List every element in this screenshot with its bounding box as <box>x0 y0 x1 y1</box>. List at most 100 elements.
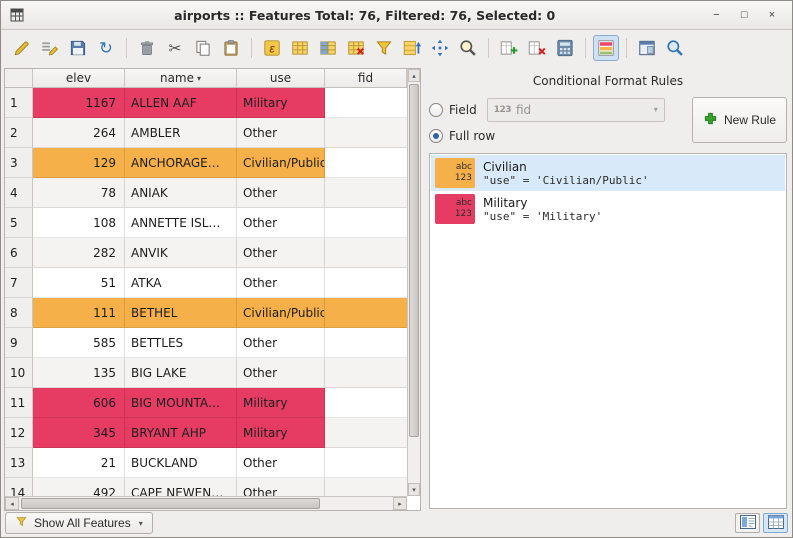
row-number[interactable]: 11 <box>5 388 33 418</box>
new-rule-button[interactable]: New Rule <box>692 97 787 143</box>
invert-selection-button[interactable] <box>315 35 341 61</box>
cell-fid[interactable] <box>325 328 409 358</box>
row-number[interactable]: 6 <box>5 238 33 268</box>
select-all-button[interactable] <box>287 35 313 61</box>
zoom-to-selection-button[interactable] <box>455 35 481 61</box>
cell-name[interactable]: BETHEL <box>125 298 237 328</box>
conditional-formatting-button[interactable] <box>593 35 619 61</box>
cell-fid[interactable] <box>325 238 409 268</box>
cell-elev[interactable]: 492 <box>33 478 125 496</box>
cell-use[interactable]: Military <box>237 88 325 118</box>
paste-button[interactable] <box>218 35 244 61</box>
cell-name[interactable]: AMBLER <box>125 118 237 148</box>
row-number[interactable]: 2 <box>5 118 33 148</box>
cell-fid[interactable] <box>325 418 409 448</box>
cell-elev[interactable]: 21 <box>33 448 125 478</box>
cell-use[interactable]: Other <box>237 178 325 208</box>
maximize-button[interactable]: □ <box>732 5 756 25</box>
vertical-scrollbar[interactable]: ▴ ▾ <box>407 69 420 496</box>
cell-name[interactable]: ANIAK <box>125 178 237 208</box>
rule-item[interactable]: abc123Military"use" = 'Military' <box>431 191 785 227</box>
cell-name[interactable]: BUCKLAND <box>125 448 237 478</box>
cell-use[interactable]: Other <box>237 448 325 478</box>
cell-fid[interactable] <box>325 148 409 178</box>
scroll-left-button[interactable]: ◂ <box>5 497 19 510</box>
cell-name[interactable]: BIG MOUNTA… <box>125 388 237 418</box>
reload-button[interactable]: ↻ <box>93 35 119 61</box>
header-corner[interactable] <box>5 69 33 87</box>
horizontal-scrollbar[interactable]: ◂ ▸ <box>5 496 407 510</box>
copy-button[interactable] <box>190 35 216 61</box>
cut-button[interactable]: ✂ <box>162 35 188 61</box>
field-radio-circle[interactable] <box>429 103 443 117</box>
column-header-elev[interactable]: elev <box>33 69 125 87</box>
row-number[interactable]: 10 <box>5 358 33 388</box>
cell-name[interactable]: ALLEN AAF <box>125 88 237 118</box>
scroll-right-button[interactable]: ▸ <box>393 497 407 510</box>
cell-fid[interactable] <box>325 448 409 478</box>
cell-fid[interactable] <box>325 118 409 148</box>
multiedit-button[interactable] <box>37 35 63 61</box>
row-number[interactable]: 9 <box>5 328 33 358</box>
row-number[interactable]: 14 <box>5 478 33 496</box>
select-by-expression-button[interactable]: ε <box>259 35 285 61</box>
cell-elev[interactable]: 51 <box>33 268 125 298</box>
horizontal-scroll-track[interactable] <box>19 497 393 510</box>
cell-elev[interactable]: 108 <box>33 208 125 238</box>
save-edits-button[interactable] <box>65 35 91 61</box>
row-number[interactable]: 1 <box>5 88 33 118</box>
cell-use[interactable]: Other <box>237 208 325 238</box>
move-selection-top-button[interactable] <box>399 35 425 61</box>
pan-to-selection-button[interactable] <box>427 35 453 61</box>
cell-use[interactable]: Military <box>237 388 325 418</box>
cell-elev[interactable]: 264 <box>33 118 125 148</box>
cell-fid[interactable] <box>325 178 409 208</box>
delete-selected-button[interactable] <box>134 35 160 61</box>
deselect-all-button[interactable] <box>343 35 369 61</box>
minimize-button[interactable]: − <box>704 5 728 25</box>
filter-form-button[interactable] <box>371 35 397 61</box>
field-calculator-button[interactable] <box>552 35 578 61</box>
cell-use[interactable]: Military <box>237 418 325 448</box>
column-header-use[interactable]: use <box>237 69 325 87</box>
row-number[interactable]: 7 <box>5 268 33 298</box>
cell-elev[interactable]: 282 <box>33 238 125 268</box>
cell-name[interactable]: CAPE NEWEN… <box>125 478 237 496</box>
cell-fid[interactable] <box>325 358 409 388</box>
vertical-scroll-track[interactable] <box>408 82 420 483</box>
scroll-up-button[interactable]: ▴ <box>408 69 420 82</box>
cell-fid[interactable] <box>325 388 409 418</box>
cell-fid[interactable] <box>325 88 409 118</box>
vertical-scroll-thumb[interactable] <box>409 84 419 437</box>
cell-use[interactable]: Other <box>237 118 325 148</box>
cell-name[interactable]: BRYANT AHP <box>125 418 237 448</box>
cell-name[interactable]: BETTLES <box>125 328 237 358</box>
row-number[interactable]: 3 <box>5 148 33 178</box>
cell-use[interactable]: Civilian/Public <box>237 148 325 178</box>
toggle-editing-button[interactable] <box>9 35 35 61</box>
cell-name[interactable]: BIG LAKE <box>125 358 237 388</box>
cell-use[interactable]: Other <box>237 328 325 358</box>
rule-item[interactable]: abc123Civilian"use" = 'Civilian/Public' <box>431 155 785 191</box>
row-number[interactable]: 4 <box>5 178 33 208</box>
cell-name[interactable]: ANNETTE ISL… <box>125 208 237 238</box>
cell-elev[interactable]: 111 <box>33 298 125 328</box>
cell-fid[interactable] <box>325 478 409 496</box>
titlebar[interactable]: airports :: Features Total: 76, Filtered… <box>1 1 792 30</box>
fullrow-radio-circle[interactable] <box>429 129 443 143</box>
close-button[interactable]: × <box>760 5 784 25</box>
form-view-button[interactable] <box>735 513 760 533</box>
row-number[interactable]: 12 <box>5 418 33 448</box>
dock-table-button[interactable] <box>634 35 660 61</box>
cell-fid[interactable] <box>325 268 409 298</box>
cell-fid[interactable] <box>325 208 409 238</box>
cell-elev[interactable]: 585 <box>33 328 125 358</box>
cell-use[interactable]: Other <box>237 478 325 496</box>
cell-elev[interactable]: 345 <box>33 418 125 448</box>
field-radio[interactable]: Field 123 fid ▾ <box>429 98 684 122</box>
delete-field-button[interactable] <box>524 35 550 61</box>
cell-use[interactable]: Other <box>237 268 325 298</box>
cell-elev[interactable]: 78 <box>33 178 125 208</box>
new-field-button[interactable] <box>496 35 522 61</box>
search-button[interactable] <box>662 35 688 61</box>
